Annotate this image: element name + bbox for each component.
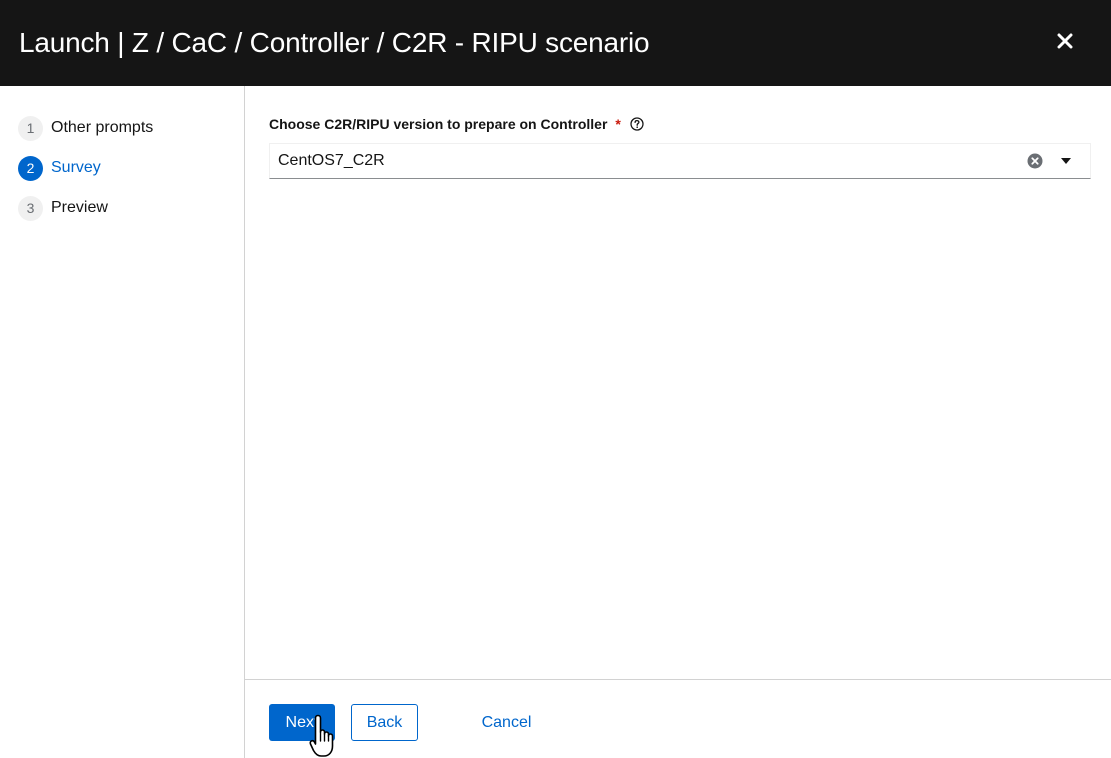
step-label: Preview (51, 199, 108, 216)
modal-header: Launch | Z / CaC / Controller / C2R - RI… (0, 0, 1111, 86)
next-button[interactable]: Next (269, 704, 335, 741)
cancel-button[interactable]: Cancel (473, 704, 540, 741)
clear-selection-button[interactable] (1026, 152, 1044, 170)
version-select[interactable]: CentOS7_C2R (269, 143, 1091, 179)
step-label: Survey (51, 159, 101, 176)
survey-question-label: Choose C2R/RIPU version to prepare on Co… (269, 116, 644, 132)
caret-down-icon (1061, 158, 1071, 164)
close-button[interactable] (1053, 28, 1077, 54)
help-icon[interactable] (630, 117, 644, 131)
step-number: 3 (18, 195, 43, 221)
modal-title: Launch | Z / CaC / Controller / C2R - RI… (19, 27, 650, 58)
wizard-body: Choose C2R/RIPU version to prepare on Co… (245, 86, 1111, 679)
clear-icon (1027, 153, 1043, 169)
question-text: Choose C2R/RIPU version to prepare on Co… (269, 116, 608, 132)
step-number: 1 (18, 115, 43, 141)
close-icon (1057, 33, 1073, 49)
wizard-step-preview[interactable]: 3 Preview (0, 188, 244, 228)
select-value: CentOS7_C2R (278, 152, 385, 169)
wizard-step-survey[interactable]: 2 Survey (0, 148, 244, 188)
wizard-footer: Next Back Cancel (245, 679, 1111, 758)
required-marker: * (615, 116, 621, 132)
step-number: 2 (18, 155, 43, 181)
wizard-step-other-prompts[interactable]: 1 Other prompts (0, 108, 244, 148)
wizard-nav: 1 Other prompts 2 Survey 3 Preview (0, 86, 245, 758)
back-button[interactable]: Back (351, 704, 418, 741)
select-toggle-button[interactable] (1058, 153, 1074, 169)
step-label: Other prompts (51, 119, 154, 136)
